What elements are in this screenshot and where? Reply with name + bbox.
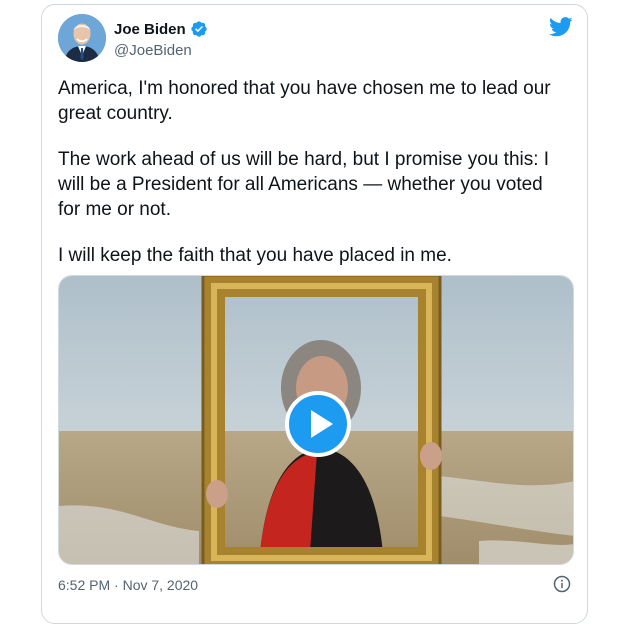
tweet-paragraph: The work ahead of us will be hard, but I… — [58, 149, 550, 220]
tweet-card[interactable]: Joe Biden @JoeBiden America, I'm honored… — [41, 4, 588, 624]
author-display-name[interactable]: Joe Biden — [114, 21, 186, 38]
play-icon — [311, 410, 333, 438]
verified-badge-icon — [191, 21, 207, 37]
author-name-row[interactable]: Joe Biden — [114, 20, 208, 38]
tweet-text: America, I'm honored that you have chose… — [58, 76, 568, 289]
tweet-timestamp[interactable]: 6:52 PM · Nov 7, 2020 — [58, 577, 198, 593]
tweet-paragraph: I will keep the faith that you have plac… — [58, 245, 452, 266]
video-player[interactable] — [58, 275, 574, 565]
twitter-bird-icon[interactable] — [549, 17, 573, 37]
play-button[interactable] — [285, 391, 351, 457]
tweet-paragraph: America, I'm honored that you have chose… — [58, 78, 551, 124]
author-avatar[interactable] — [58, 14, 106, 62]
info-icon[interactable] — [553, 575, 571, 593]
avatar-image — [58, 14, 106, 62]
author-handle[interactable]: @JoeBiden — [114, 42, 192, 59]
